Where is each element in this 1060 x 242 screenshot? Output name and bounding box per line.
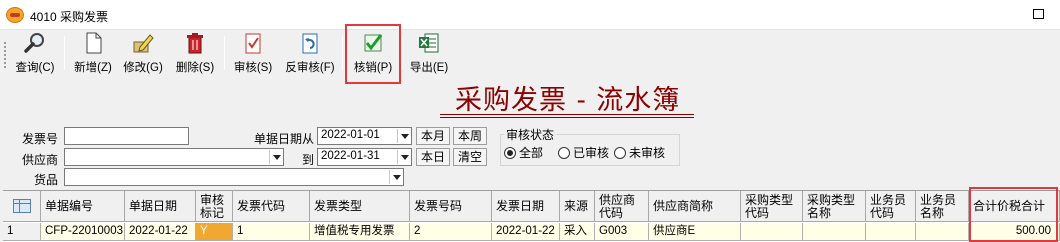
audit-radio-audited[interactable]: 已审核 <box>558 144 609 161</box>
radio-unchecked-icon <box>614 147 626 159</box>
new-button[interactable]: 新增(Z) <box>70 32 116 76</box>
title-underline <box>440 117 694 118</box>
excel-export-icon <box>418 32 440 54</box>
col-header-invoice-type[interactable]: 发票类型 <box>310 191 410 222</box>
chevron-down-icon[interactable] <box>389 170 402 184</box>
invoice-no-label: 发票号 <box>22 132 59 146</box>
toolbar-separator <box>402 36 403 70</box>
delete-button[interactable]: 删除(S) <box>172 32 218 76</box>
new-document-icon <box>82 32 104 54</box>
clear-button[interactable]: 清空 <box>453 148 487 166</box>
cell-salesman-name[interactable] <box>916 223 969 241</box>
invoice-grid: 单据编号 单据日期 审核标记 发票代码 发票类型 发票号码 发票日期 来源 供应… <box>3 190 1060 242</box>
edit-pencil-icon <box>132 32 154 54</box>
cell-invoice-type[interactable]: 增值税专用发票 <box>310 223 410 241</box>
col-header-invoice-code[interactable]: 发票代码 <box>233 191 310 222</box>
edit-button-label: 修改(G) <box>123 62 163 74</box>
col-header-salesman-code[interactable]: 业务员代码 <box>866 191 916 222</box>
app-logo-icon <box>6 7 24 23</box>
date-to-label: 到 <box>302 153 315 167</box>
toolbar-separator <box>224 36 225 70</box>
audit-button-label: 审核(S) <box>233 62 273 74</box>
grid-settings-icon <box>13 199 31 213</box>
new-button-label: 新增(Z) <box>74 62 112 74</box>
cell-audit-mark[interactable]: Y <box>196 223 233 241</box>
audit-radio-all-label: 全部 <box>519 146 544 160</box>
cell-purchase-type-code[interactable] <box>741 223 803 241</box>
magnifier-icon <box>24 32 46 54</box>
goods-select[interactable] <box>64 168 404 186</box>
audit-button[interactable]: 审核(S) <box>230 32 276 76</box>
today-button[interactable]: 本日 <box>416 148 450 166</box>
toolbar: 查询(C) 新增(Z) 修改(G) 删除(S) 审核(S) 反审核(F) 核销(… <box>0 30 1060 76</box>
supplier-select[interactable] <box>64 148 284 166</box>
cell-invoice-no[interactable]: 2 <box>410 223 492 241</box>
query-button[interactable]: 查询(C) <box>12 32 58 76</box>
col-header-purchase-type-code[interactable]: 采购类型代码 <box>741 191 803 222</box>
maximize-button[interactable] <box>1033 9 1044 19</box>
date-from-input[interactable]: 2022-01-01 <box>317 127 412 145</box>
col-header-purchase-type-name[interactable]: 采购类型名称 <box>803 191 866 222</box>
col-header-source[interactable]: 来源 <box>560 191 595 222</box>
audit-radio-all[interactable]: 全部 <box>504 144 543 161</box>
cell-doc-date[interactable]: 2022-01-22 <box>125 223 196 241</box>
radio-unchecked-icon <box>558 147 570 159</box>
cell-salesman-code[interactable] <box>866 223 916 241</box>
row-number[interactable]: 1 <box>3 223 41 241</box>
query-button-label: 查询(C) <box>15 62 55 74</box>
unaudit-button-label: 反审核(F) <box>285 62 335 74</box>
audit-radio-unaudited[interactable]: 未审核 <box>614 144 665 161</box>
window-title: 4010 采购发票 <box>30 10 109 24</box>
audit-check-icon <box>242 32 264 54</box>
unaudit-undo-icon <box>299 32 321 54</box>
cell-supplier-short[interactable]: 供应商E <box>649 223 741 241</box>
this-week-button[interactable]: 本周 <box>453 127 487 145</box>
col-header-salesman-name[interactable]: 业务员名称 <box>916 191 969 222</box>
cell-supplier-code[interactable]: G003 <box>595 223 649 241</box>
col-header-invoice-no[interactable]: 发票号码 <box>410 191 492 222</box>
chevron-down-icon[interactable] <box>397 150 410 164</box>
toolbar-separator <box>64 36 65 70</box>
cell-purchase-type-name[interactable] <box>803 223 866 241</box>
col-header-doc-date[interactable]: 单据日期 <box>125 191 196 222</box>
toolbar-grip[interactable] <box>4 42 6 68</box>
cell-invoice-code[interactable]: 1 <box>233 223 310 241</box>
chevron-down-icon[interactable] <box>269 150 282 164</box>
col-header-supplier-short[interactable]: 供应商简称 <box>649 191 741 222</box>
this-month-button[interactable]: 本月 <box>416 127 450 145</box>
export-button[interactable]: 导出(E) <box>406 32 452 76</box>
col-header-doc-no[interactable]: 单据编号 <box>41 191 125 222</box>
unaudit-button[interactable]: 反审核(F) <box>282 32 338 76</box>
date-from-value: 2022-01-01 <box>321 129 380 141</box>
chevron-down-icon[interactable] <box>397 129 410 143</box>
audit-radio-unaudited-label: 未审核 <box>629 146 666 160</box>
cell-doc-no[interactable]: CFP-22010003 <box>41 223 125 241</box>
export-button-label: 导出(E) <box>409 62 449 74</box>
goods-label: 货品 <box>34 173 59 187</box>
audit-status-title: 审核状态 <box>504 126 557 143</box>
cell-source[interactable]: 采入 <box>560 223 595 241</box>
cell-invoice-date[interactable]: 2022-01-22 <box>492 223 560 241</box>
title-underline <box>440 114 694 115</box>
date-to-value: 2022-01-31 <box>321 150 380 162</box>
edit-button[interactable]: 修改(G) <box>120 32 166 76</box>
total-column-highlight-box <box>969 187 1058 242</box>
page-title: 采购发票 - 流水簿 <box>455 85 681 116</box>
date-to-input[interactable]: 2022-01-31 <box>317 148 412 166</box>
radio-checked-icon <box>504 147 516 159</box>
grid-corner[interactable] <box>3 191 41 222</box>
title-bar: 4010 采购发票 <box>0 0 1060 30</box>
col-header-invoice-date[interactable]: 发票日期 <box>492 191 560 222</box>
trash-icon <box>184 32 206 54</box>
col-header-supplier-code[interactable]: 供应商代码 <box>595 191 649 222</box>
delete-button-label: 删除(S) <box>175 62 215 74</box>
supplier-label: 供应商 <box>22 153 59 167</box>
date-from-label: 单据日期从 <box>254 132 315 146</box>
writeoff-highlight-box <box>345 24 401 84</box>
audit-radio-audited-label: 已审核 <box>573 146 610 160</box>
toolbar-separator <box>342 36 343 70</box>
invoice-no-input[interactable] <box>64 127 189 145</box>
col-header-audit-mark[interactable]: 审核标记 <box>196 191 233 222</box>
